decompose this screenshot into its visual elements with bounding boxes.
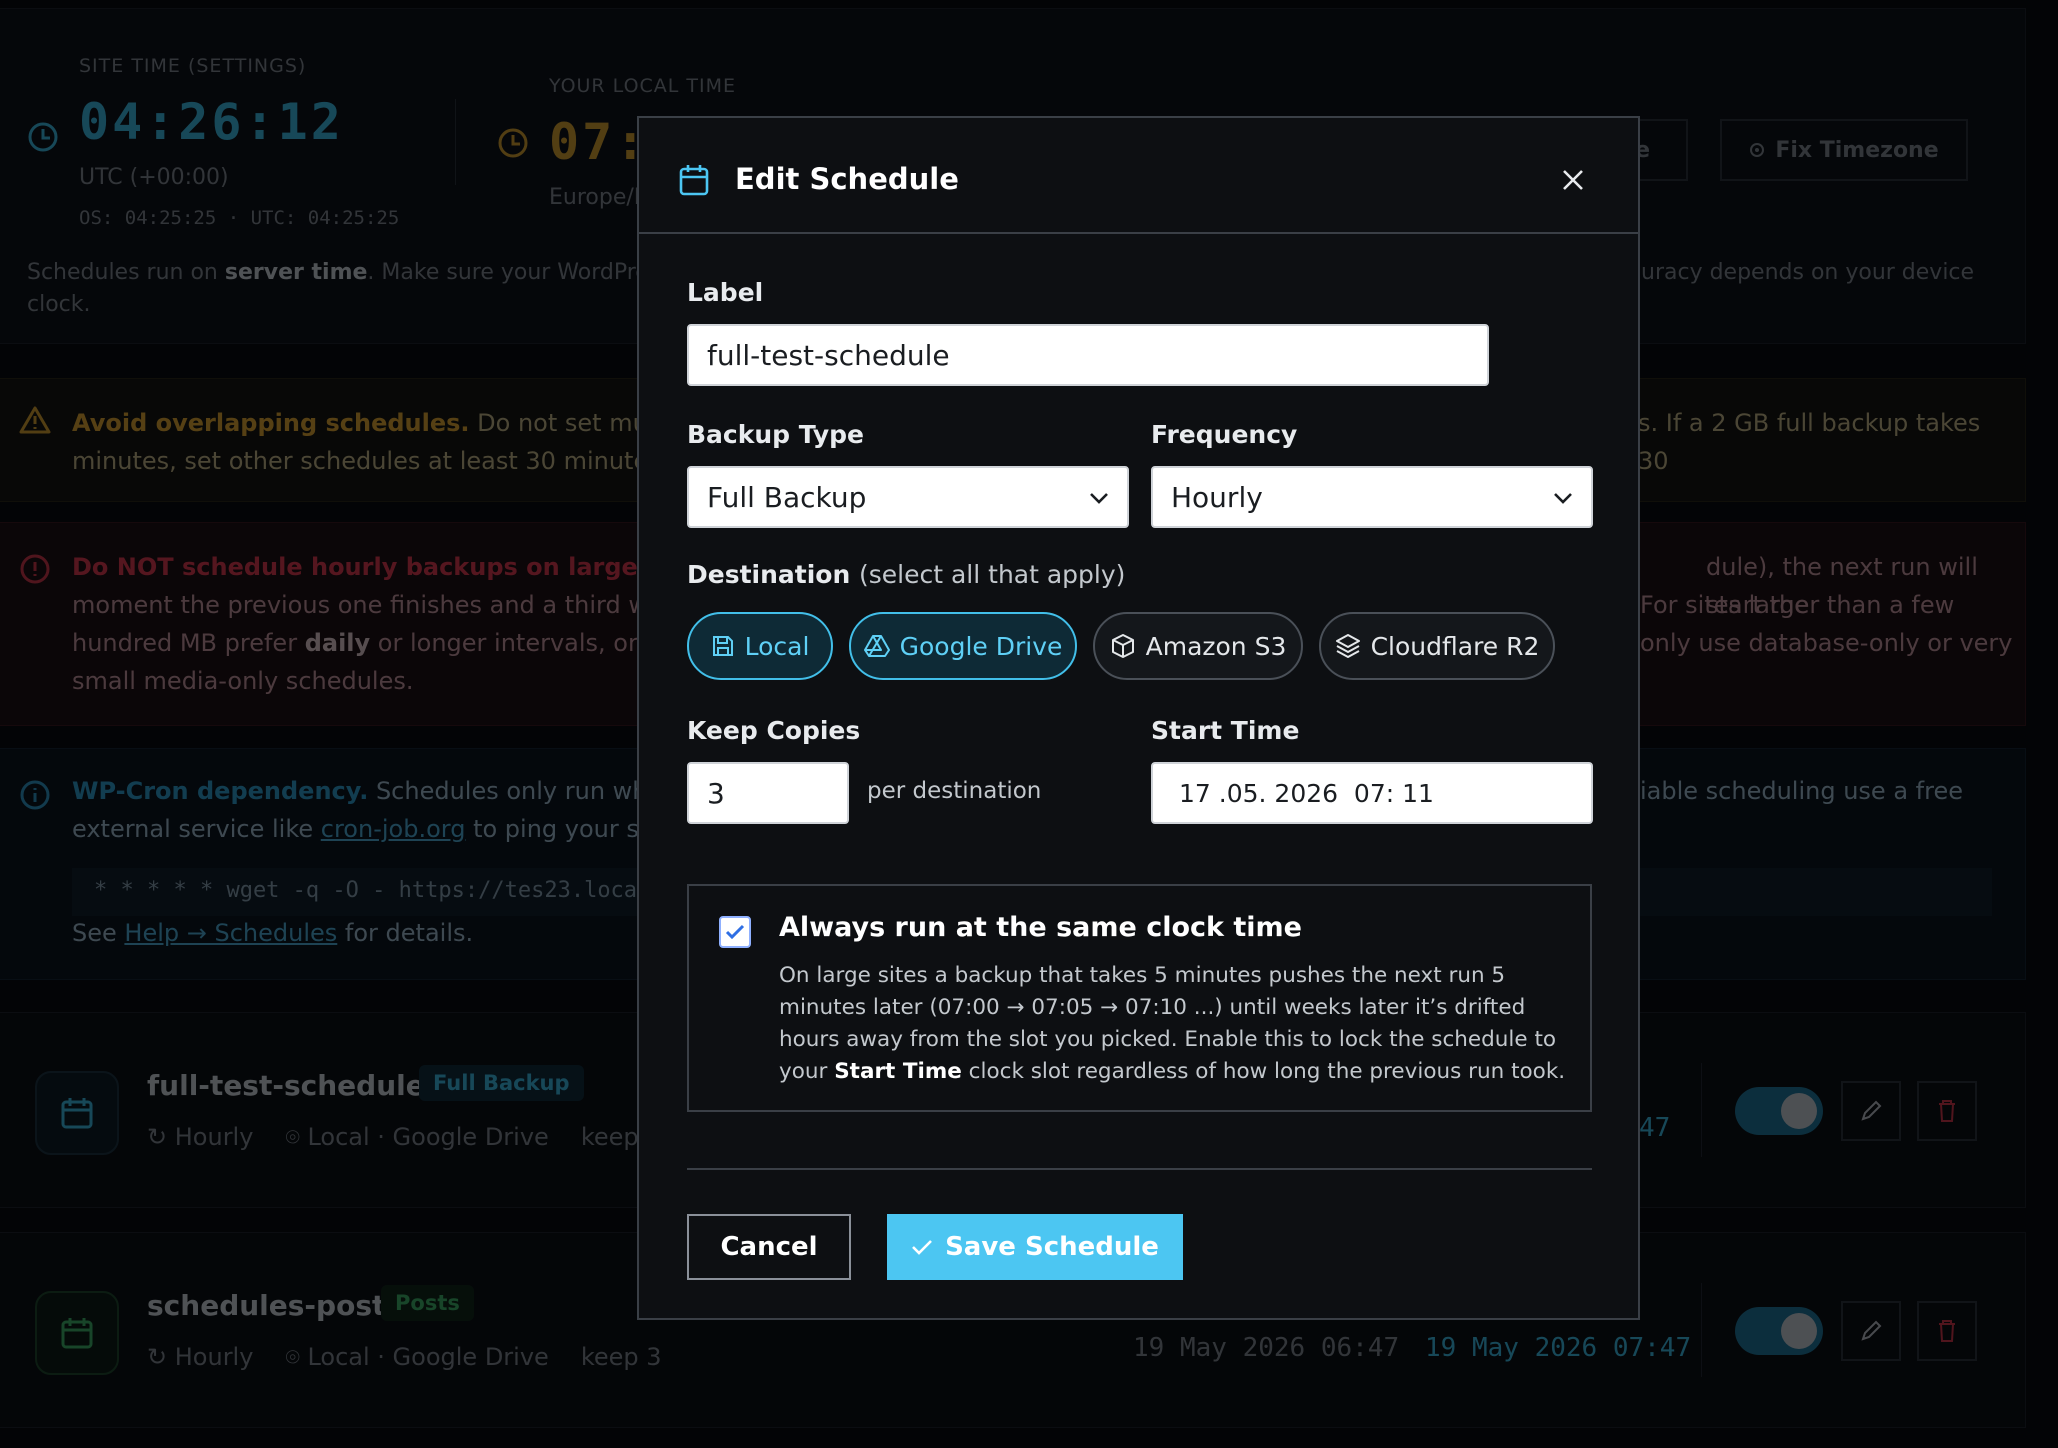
enable-toggle[interactable] (1735, 1307, 1823, 1355)
modal-header: Edit Schedule (639, 118, 1638, 234)
delete-button[interactable] (1917, 1301, 1977, 1361)
edit-button[interactable] (1841, 1081, 1901, 1141)
cron-job-link[interactable]: cron-job.org (321, 815, 466, 843)
type-badge: Posts (381, 1285, 474, 1321)
backup-type-select[interactable]: Full Backup (687, 466, 1129, 528)
local-time-label: YOUR LOCAL TIME (549, 75, 737, 97)
schedule-meta: ↻ Hourly ⌾ Local · Google Drive keep 3 (147, 1123, 662, 1151)
info-icon (20, 780, 50, 810)
schedule-name: full-test-schedule (147, 1069, 425, 1102)
close-icon (1563, 170, 1583, 190)
alert-circle-icon (20, 554, 50, 584)
edit-button[interactable] (1841, 1301, 1901, 1361)
google-drive-icon (863, 635, 890, 657)
pencil-icon (1861, 1320, 1882, 1341)
fix-timezone-button[interactable]: Fix Timezone (1720, 119, 1968, 181)
destination-google-drive[interactable]: Google Drive (849, 612, 1077, 680)
type-badge: Full Backup (419, 1065, 584, 1101)
divider (1701, 1283, 1702, 1377)
site-time-value: 04:26:12 (79, 93, 344, 151)
edit-schedule-modal: Edit Schedule Label full-test-schedule B… (637, 116, 1640, 1320)
destination-local[interactable]: Local (687, 612, 833, 680)
same-clock-checkbox[interactable] (719, 916, 751, 948)
schedule-meta: ↻ Hourly ⌾ Local · Google Drive keep 3 (147, 1343, 662, 1371)
save-schedule-button[interactable]: Save Schedule (887, 1214, 1183, 1280)
trash-icon (1939, 1100, 1955, 1122)
start-time-label: Start Time (1151, 716, 1300, 745)
chevron-down-icon (1554, 493, 1572, 504)
calendar-icon (35, 1071, 119, 1155)
destination-label: Destination (select all that apply) (687, 560, 1126, 589)
frequency-label: Frequency (1151, 420, 1298, 449)
start-time-input[interactable]: 17 .05. 2026 07: 11 (1151, 762, 1593, 824)
keep-copies-input[interactable]: 3 (687, 762, 849, 824)
modal-title: Edit Schedule (735, 162, 959, 196)
clock-icon (28, 122, 58, 152)
site-time-label: SITE TIME (SETTINGS) (79, 55, 307, 77)
delete-button[interactable] (1917, 1081, 1977, 1141)
close-button[interactable] (1553, 160, 1593, 200)
pencil-icon (1861, 1100, 1882, 1121)
divider (1701, 1063, 1702, 1157)
local-timezone: Europe/I (549, 185, 641, 210)
destination-cloudflare-r2[interactable]: Cloudflare R2 (1319, 612, 1555, 680)
site-timezone: UTC (+00:00) (79, 165, 229, 190)
footer-divider (687, 1168, 1592, 1170)
last-run: 19 May 2026 06:47 (1133, 1333, 1400, 1363)
os-time: OS: 04:25:25 · UTC: 04:25:25 (79, 207, 400, 229)
calendar-icon (679, 165, 709, 196)
refresh-icon (1750, 143, 1765, 157)
label-field-label: Label (687, 278, 764, 307)
next-run: 47 (1639, 1113, 1671, 1143)
layers-icon (1335, 634, 1360, 658)
cancel-button[interactable]: Cancel (687, 1214, 851, 1280)
box-icon (1111, 634, 1134, 658)
schedule-name: schedules-post (147, 1289, 386, 1322)
calendar-icon (35, 1291, 119, 1375)
clock-icon (498, 128, 528, 158)
warning-icon (19, 406, 51, 434)
per-destination-suffix: per destination (867, 778, 1042, 804)
check-icon (912, 1240, 932, 1255)
destination-amazon-s3[interactable]: Amazon S3 (1093, 612, 1303, 680)
same-clock-description: On large sites a backup that takes 5 min… (779, 963, 1566, 1084)
local-time-value: 07: (549, 113, 649, 171)
label-input[interactable]: full-test-schedule (687, 324, 1489, 386)
help-schedules-link[interactable]: Help → Schedules (124, 919, 337, 947)
divider (455, 99, 456, 185)
next-run: 19 May 2026 07:47 (1425, 1333, 1692, 1363)
chevron-down-icon (1090, 493, 1108, 504)
keep-copies-label: Keep Copies (687, 716, 861, 745)
same-clock-option: Always run at the same clock time On lar… (687, 884, 1592, 1112)
same-clock-title: Always run at the same clock time (779, 912, 1302, 943)
see-help: See Help → Schedules for details. (72, 919, 474, 947)
check-icon (725, 924, 745, 940)
save-icon (712, 636, 733, 656)
frequency-select[interactable]: Hourly (1151, 466, 1593, 528)
enable-toggle[interactable] (1735, 1087, 1823, 1135)
backup-type-label: Backup Type (687, 420, 865, 449)
trash-icon (1939, 1320, 1955, 1342)
